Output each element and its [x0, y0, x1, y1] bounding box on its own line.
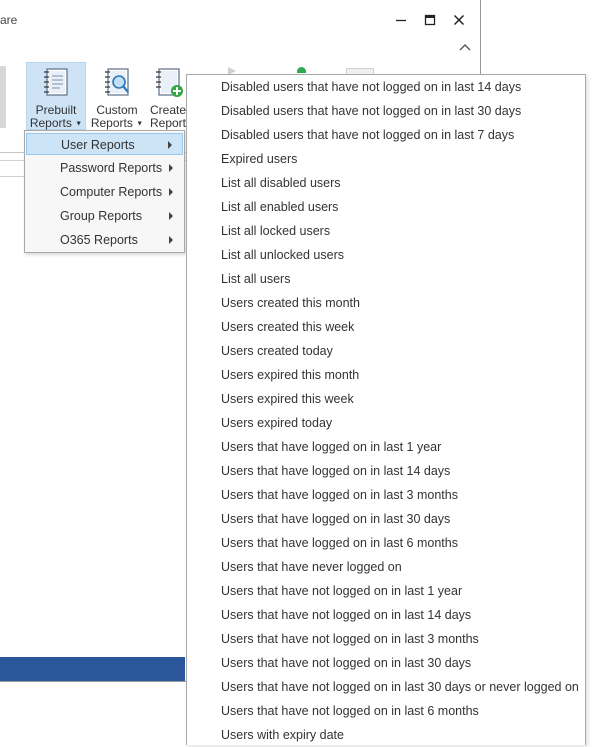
report-item[interactable]: Users that have not logged on in last 14… — [188, 603, 584, 627]
report-item-label: List all locked users — [221, 224, 331, 238]
submenu-arrow-icon — [169, 164, 173, 172]
chevron-up-icon — [459, 44, 471, 51]
submenu-arrow-icon — [169, 188, 173, 196]
report-item[interactable]: Users created this month — [188, 291, 584, 315]
menu-item-label: Computer Reports — [60, 185, 163, 199]
report-item-label: List all enabled users — [221, 200, 339, 214]
report-item-label: Users that have not logged on in last 30… — [221, 680, 579, 694]
maximize-button[interactable] — [418, 8, 442, 32]
menu-item-password-reports[interactable]: Password Reports — [26, 157, 183, 179]
report-item-label: Users that have logged on in last 30 day… — [221, 512, 451, 526]
close-button[interactable] — [447, 8, 471, 32]
report-book-icon — [44, 68, 68, 96]
report-item[interactable]: List all locked users — [188, 219, 584, 243]
report-item-label: Users expired today — [221, 416, 333, 430]
report-item-label: Users that have not logged on in last 1 … — [221, 584, 463, 598]
report-item-label: Users that have not logged on in last 30… — [221, 656, 472, 670]
report-item[interactable]: Users created this week — [188, 315, 584, 339]
report-item[interactable]: Disabled users that have not logged on i… — [188, 99, 584, 123]
report-item[interactable]: Users expired this month — [188, 363, 584, 387]
report-item[interactable]: Users that have logged on in last 30 day… — [188, 507, 584, 531]
report-item[interactable]: Users that have not logged on in last 30… — [188, 675, 584, 699]
report-item[interactable]: Users that have logged on in last 6 mont… — [188, 531, 584, 555]
report-item[interactable]: Users that have not logged on in last 1 … — [188, 579, 584, 603]
report-item-label: Users that have logged on in last 3 mont… — [221, 488, 458, 502]
report-item[interactable]: Users created today — [188, 339, 584, 363]
prebuilt-reports-button[interactable]: Prebuilt Reports ▼ — [26, 62, 86, 130]
create-report-button[interactable]: Create Report — [148, 62, 188, 134]
report-add-icon — [156, 68, 183, 97]
report-search-icon — [105, 68, 129, 96]
submenu-arrow-icon — [169, 212, 173, 220]
ribbon-button-edge — [0, 66, 6, 128]
report-item-label: Users expired this week — [221, 392, 354, 406]
window-title: are — [0, 13, 18, 27]
report-item[interactable]: Users that have not logged on in last 30… — [188, 651, 584, 675]
report-item-label: Users created today — [221, 344, 333, 358]
menu-item-label: O365 Reports — [60, 233, 138, 247]
report-item-label: Users that have logged on in last 1 year — [221, 440, 442, 454]
report-item[interactable]: Expired users — [188, 147, 584, 171]
minimize-button[interactable] — [389, 8, 413, 32]
report-item[interactable]: List all users — [188, 267, 584, 291]
report-item[interactable]: Users with expiry date — [188, 723, 584, 747]
prebuilt-reports-menu: User Reports Password Reports Computer R… — [24, 130, 185, 253]
report-item[interactable]: Users that have logged on in last 3 mont… — [188, 483, 584, 507]
report-item[interactable]: Users that have not logged on in last 6 … — [188, 699, 584, 723]
report-item-label: Users expired this month — [221, 368, 360, 382]
report-item-label: List all users — [221, 272, 291, 286]
report-item-label: Disabled users that have not logged on i… — [221, 80, 522, 94]
menu-item-label: Password Reports — [60, 161, 163, 175]
title-bar: are — [0, 0, 480, 40]
custom-label-2: Reports ▼ — [90, 116, 144, 130]
report-item-label: Users that have not logged on in last 14… — [221, 608, 472, 622]
content-divider — [0, 176, 24, 177]
report-item[interactable]: List all disabled users — [188, 171, 584, 195]
menu-item-group-reports[interactable]: Group Reports — [26, 205, 183, 227]
report-item-label: Users with expiry date — [221, 728, 344, 742]
report-item[interactable]: Users that have not logged on in last 3 … — [188, 627, 584, 651]
report-item-label: Expired users — [221, 152, 298, 166]
user-reports-menu: Disabled users that have not logged on i… — [186, 74, 586, 745]
menu-item-label: Group Reports — [60, 209, 142, 223]
report-item-label: Users that have logged on in last 14 day… — [221, 464, 451, 478]
report-item-label: List all disabled users — [221, 176, 341, 190]
prebuilt-label-2: Reports ▼ — [29, 116, 83, 130]
report-item[interactable]: Users that have never logged on — [188, 555, 584, 579]
custom-reports-button[interactable]: Custom Reports ▼ — [89, 62, 145, 134]
report-item[interactable]: Users that have logged on in last 14 day… — [188, 459, 584, 483]
dropdown-arrow-icon: ▼ — [136, 120, 144, 128]
report-item[interactable]: Disabled users that have not logged on i… — [188, 75, 584, 99]
report-item[interactable]: Users expired this week — [188, 387, 584, 411]
report-item-label: List all unlocked users — [221, 248, 344, 262]
report-item[interactable]: Users that have logged on in last 1 year — [188, 435, 584, 459]
collapse-ribbon-button[interactable] — [456, 38, 474, 56]
create-label-2: Report — [149, 116, 187, 130]
dropdown-arrow-icon: ▼ — [75, 120, 83, 128]
close-icon — [453, 14, 465, 26]
report-item[interactable]: Disabled users that have not logged on i… — [188, 123, 584, 147]
report-item-label: Users that have not logged on in last 3 … — [221, 632, 479, 646]
maximize-icon — [424, 14, 436, 26]
report-item[interactable]: List all unlocked users — [188, 243, 584, 267]
menu-item-user-reports[interactable]: User Reports — [26, 133, 183, 155]
menu-item-computer-reports[interactable]: Computer Reports — [26, 181, 183, 203]
report-item[interactable]: List all enabled users — [188, 195, 584, 219]
minimize-icon — [396, 19, 406, 22]
report-item-label: Disabled users that have not logged on i… — [221, 104, 522, 118]
report-item-label: Users created this month — [221, 296, 360, 310]
report-item-label: Users that have logged on in last 6 mont… — [221, 536, 458, 550]
report-item[interactable]: Users expired today — [188, 411, 584, 435]
menu-item-label: User Reports — [61, 138, 135, 152]
report-item-label: Users that have never logged on — [221, 560, 402, 574]
menu-item-o365-reports[interactable]: O365 Reports — [26, 229, 183, 251]
status-indicator-icon — [297, 67, 306, 73]
status-bar — [0, 657, 185, 681]
submenu-arrow-icon — [168, 141, 172, 149]
submenu-arrow-icon — [169, 236, 173, 244]
report-item-label: Users created this week — [221, 320, 355, 334]
report-item-label: Users that have not logged on in last 6 … — [221, 704, 479, 718]
report-item-label: Disabled users that have not logged on i… — [221, 128, 515, 142]
